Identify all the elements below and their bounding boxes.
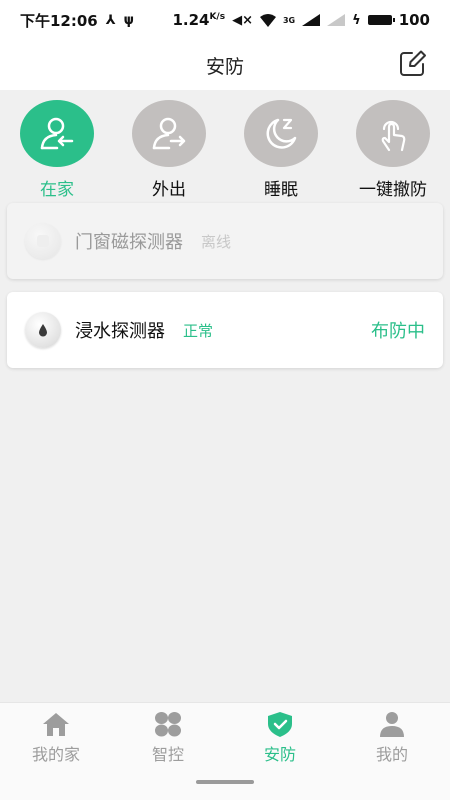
door-sensor-icon (25, 223, 61, 259)
title-bar: 安防 (0, 40, 450, 90)
mode-sleep-label: 睡眠 (264, 180, 298, 200)
mode-disarm-circle (356, 100, 430, 167)
mode-home-circle (20, 100, 94, 167)
tab-label: 我的家 (31, 745, 80, 764)
tap-hand-icon (381, 120, 406, 151)
tab-smart-control[interactable]: 智控 (118, 711, 218, 765)
battery-icon (367, 15, 395, 25)
mode-home-label: 在家 (40, 180, 74, 200)
home-icon (43, 713, 69, 736)
wifi-icon (259, 13, 276, 27)
tab-mine[interactable]: 我的 (342, 711, 442, 765)
page-title: 安防 (205, 55, 244, 78)
device-name: 浸水探测器 (75, 321, 165, 342)
mute-icon: ◀× (232, 12, 253, 28)
tab-security[interactable]: 安防 (230, 711, 330, 765)
device-status: 正常 (183, 321, 214, 340)
tab-my-home[interactable]: 我的家 (6, 711, 106, 765)
home-user-icon (40, 117, 74, 149)
edit-icon (400, 50, 426, 76)
status-time: 下午12:06 (20, 11, 98, 30)
security-modes: 在家 外出 睡眠 一键撤防 (0, 90, 450, 200)
mode-away[interactable]: 外出 (124, 100, 214, 200)
shield-check-icon (268, 712, 292, 737)
mode-away-label: 外出 (152, 180, 186, 200)
mode-disarm[interactable]: 一键撤防 (348, 100, 438, 200)
status-left: 下午12:06 ⅄ ψ (20, 10, 134, 31)
mode-home[interactable]: 在家 (12, 100, 102, 200)
signal-type: 3G (282, 15, 296, 25)
mode-disarm-label: 一键撤防 (359, 180, 427, 200)
tab-label: 安防 (263, 745, 296, 764)
signal-2-icon (327, 14, 346, 26)
device-name: 门窗磁探测器 (75, 232, 183, 253)
charging-icon: ϟ (352, 12, 361, 28)
tab-label: 智控 (151, 745, 184, 764)
device-card-door-sensor[interactable]: 门窗磁探测器 离线 (7, 203, 443, 279)
grid-icon (155, 712, 181, 737)
leave-user-icon (152, 117, 186, 149)
water-drop-icon (25, 312, 61, 348)
status-right: 1.24K/s ◀× 3G ϟ 100 (172, 11, 430, 29)
moon-sleep-icon (266, 118, 297, 149)
usb-debug-icon: ψ (123, 12, 134, 28)
network-speed-unit: K/s (209, 12, 226, 22)
device-arm-status: 布防中 (371, 321, 425, 342)
person-icon (380, 712, 404, 737)
device-card-water-sensor[interactable]: 浸水探测器 正常 布防中 (7, 292, 443, 368)
signal-icon (302, 14, 321, 26)
mode-away-circle (132, 100, 206, 167)
gesture-home-indicator[interactable] (196, 780, 254, 784)
device-status: 离线 (201, 232, 232, 251)
bottom-tab-bar: 我的家 智控 安防 我的 (0, 702, 450, 800)
mode-sleep[interactable]: 睡眠 (236, 100, 326, 200)
mode-sleep-circle (244, 100, 318, 167)
usb-icon: ⅄ (105, 12, 116, 28)
tab-label: 我的 (375, 745, 408, 764)
network-speed: 1.24K/s (172, 11, 226, 29)
edit-button[interactable] (398, 49, 428, 79)
status-bar: 下午12:06 ⅄ ψ 1.24K/s ◀× 3G ϟ 100 (0, 0, 450, 40)
battery-level: 100 (398, 11, 430, 29)
